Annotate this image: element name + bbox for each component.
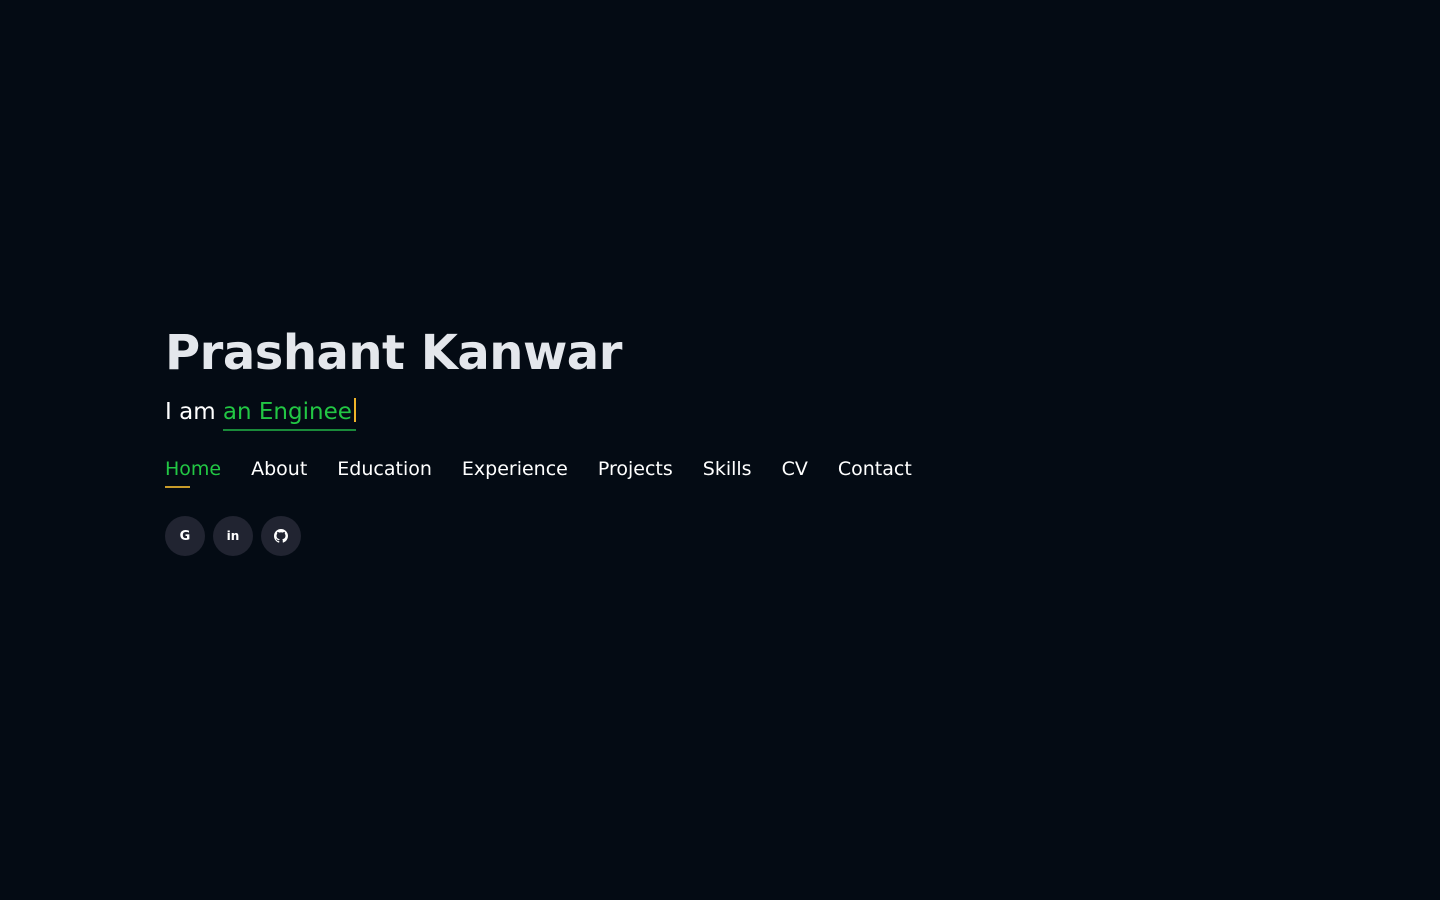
nav-item-home[interactable]: Home [165,456,221,488]
nav-item-skills[interactable]: Skills [703,456,752,488]
nav-item-cv[interactable]: CV [782,456,808,488]
social-links: G in [165,516,1065,556]
nav-item-contact[interactable]: Contact [838,456,912,488]
main-nav: Home About Education Experience Projects… [165,456,1065,488]
nav-item-education[interactable]: Education [337,456,432,488]
nav-item-about[interactable]: About [251,456,307,488]
hero-name: Prashant Kanwar [165,325,622,381]
typed-text-wrapper: an Enginee [222,396,356,431]
google-link-button[interactable]: G [165,516,205,556]
nav-item-experience[interactable]: Experience [462,456,568,488]
linkedin-icon: in [226,529,240,543]
github-link-button[interactable] [261,516,301,556]
typed-text: an Enginee [222,399,352,425]
tagline-prefix: I am [165,399,223,425]
google-icon: G [179,528,191,544]
github-icon [274,529,288,543]
hero-section: Prashant Kanwar I am an Enginee Home Abo… [165,322,1065,556]
hero-tagline: I am an Enginee [165,396,1065,431]
nav-item-projects[interactable]: Projects [598,456,673,488]
linkedin-link-button[interactable]: in [213,516,253,556]
typing-cursor [353,398,356,422]
